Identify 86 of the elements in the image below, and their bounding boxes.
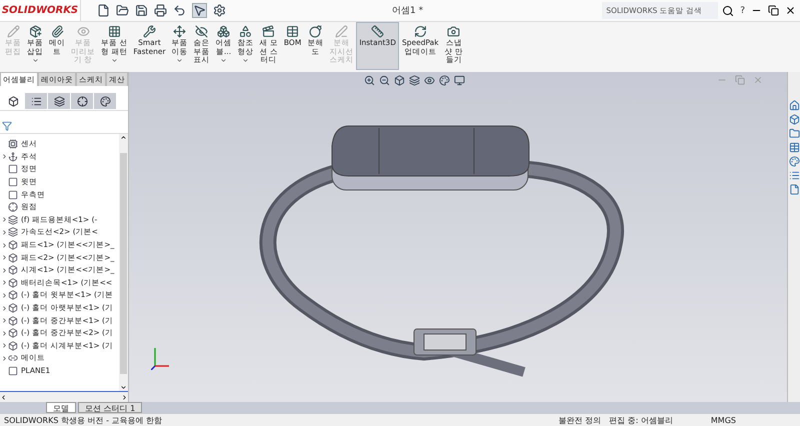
paperclip-icon — [50, 25, 64, 38]
part-icon — [8, 252, 18, 263]
part-icon — [8, 316, 18, 326]
plane-icon — [8, 366, 18, 376]
file-icon[interactable] — [788, 184, 800, 195]
window-title: 어셈1 * — [392, 5, 424, 17]
palette-icon[interactable] — [439, 74, 450, 86]
caret-icon — [220, 57, 228, 64]
undo-icon[interactable] — [173, 4, 186, 17]
units-selector[interactable]: MMGS — [706, 416, 740, 424]
restore-icon[interactable] — [768, 5, 779, 16]
cube-icon[interactable] — [788, 114, 800, 125]
layers-icon[interactable] — [409, 74, 420, 86]
plane-icon — [8, 164, 18, 174]
boxes-icon — [217, 25, 230, 38]
scroll-left-icon[interactable] — [0, 394, 7, 400]
sensor-icon — [8, 139, 18, 150]
save-icon[interactable] — [135, 4, 148, 17]
horizontal-scrollbar[interactable] — [0, 391, 128, 402]
bomb-icon — [308, 25, 322, 38]
camera-icon — [447, 25, 460, 38]
part-icon — [8, 303, 18, 314]
eye-icon[interactable] — [424, 74, 435, 86]
home-icon[interactable] — [788, 100, 800, 111]
configuration-icon[interactable] — [48, 93, 70, 109]
ruler-icon — [371, 25, 384, 38]
part-icon — [8, 278, 18, 288]
palette-icon[interactable] — [788, 156, 800, 167]
caret-icon — [176, 57, 184, 64]
zoom-in-icon[interactable] — [364, 74, 375, 86]
plane-icon — [8, 190, 18, 200]
part-icon — [8, 240, 18, 250]
scroll-up-icon[interactable] — [120, 134, 127, 141]
origin-icon — [8, 202, 18, 212]
caret-icon — [32, 57, 38, 64]
crosshair-icon[interactable] — [71, 93, 93, 109]
part-icon — [8, 290, 18, 300]
move-icon — [173, 25, 186, 38]
property-icon[interactable] — [25, 93, 47, 109]
axis-triad-icon — [151, 346, 171, 370]
status-text: 편집 중: 어셈블리 — [608, 414, 674, 426]
clapperboard-icon — [262, 25, 276, 38]
part-icon — [8, 340, 18, 351]
filter-icon[interactable] — [2, 121, 12, 131]
settings-icon[interactable] — [213, 4, 226, 17]
print-icon[interactable] — [154, 4, 167, 17]
eye-off-icon — [195, 25, 208, 38]
search-icon[interactable] — [722, 4, 734, 16]
bottom-tab[interactable]: 모션 스터디 1 — [78, 402, 142, 413]
cube-icon[interactable] — [394, 74, 405, 86]
shapes-icon — [239, 25, 252, 38]
palette-icon[interactable] — [94, 93, 116, 109]
pen-line-icon — [334, 25, 348, 38]
open-folder-icon[interactable] — [116, 4, 129, 17]
monitor-icon[interactable] — [454, 74, 465, 86]
wrench-icon — [142, 25, 156, 38]
part-icon — [8, 328, 18, 338]
table-icon[interactable] — [788, 142, 800, 153]
help-menu[interactable]: ? — [740, 6, 745, 16]
select-pointer-icon[interactable] — [192, 3, 207, 18]
eye-icon — [76, 25, 90, 38]
assembly-icon — [8, 214, 18, 225]
new-file-icon[interactable] — [97, 4, 110, 17]
annotation-icon — [8, 152, 18, 162]
scroll-down-icon[interactable] — [120, 384, 127, 391]
vertical-scrollbar[interactable] — [119, 134, 128, 391]
close-icon[interactable] — [785, 5, 796, 16]
zoom-out-icon[interactable] — [379, 74, 390, 86]
table-icon — [286, 25, 300, 38]
scroll-right-icon[interactable] — [121, 394, 128, 400]
status-text: SOLIDWORKS 학생용 버전 - 교육용에 한함 — [3, 414, 164, 426]
app-logo: SOLIDWORKS — [0, 0, 81, 21]
part-icon — [8, 265, 18, 276]
grid-icon — [108, 25, 121, 38]
status-text: 불완전 정의 — [558, 414, 602, 426]
folder-icon[interactable] — [788, 128, 800, 139]
caret-icon — [110, 57, 118, 64]
plane-icon — [8, 177, 18, 188]
pencil-icon — [6, 25, 20, 38]
caret-icon — [242, 57, 250, 64]
graphics-viewport[interactable] — [129, 72, 787, 402]
refresh-icon — [414, 25, 427, 38]
assembly-icon — [8, 227, 18, 238]
mate-icon — [8, 353, 18, 364]
box-plus-icon — [28, 25, 42, 38]
bottom-tab[interactable]: 모델 — [46, 402, 76, 413]
